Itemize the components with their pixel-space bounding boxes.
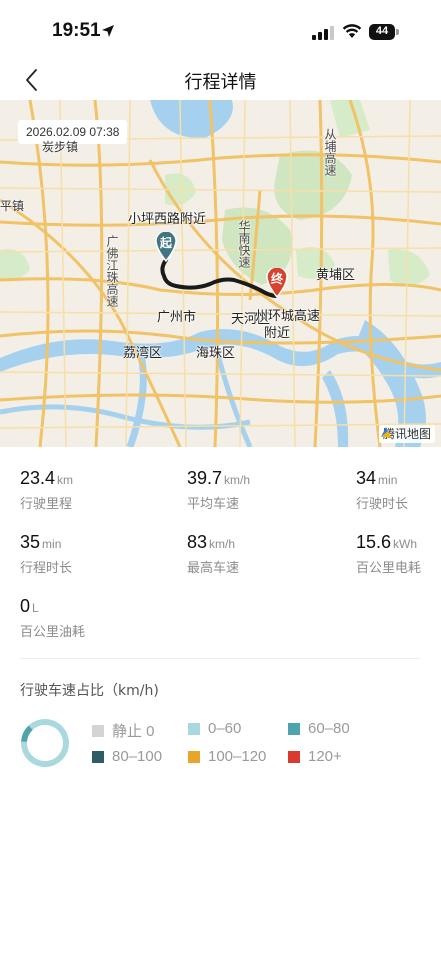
stat-value: 23.4	[20, 468, 56, 488]
map-label-foshan-expy: 广佛江珠高速	[105, 235, 119, 307]
battery-percent: 44	[375, 25, 389, 37]
stat-value: 39.7	[187, 468, 223, 488]
map-label-conghua-expy: 从埔高速	[323, 128, 337, 176]
stat-unit: kWh	[393, 537, 418, 551]
speed-share-donut	[21, 719, 69, 767]
stat-value: 34	[356, 468, 377, 488]
end-pin[interactable]: 终	[266, 268, 288, 298]
legend-swatch	[188, 750, 200, 763]
stat-value: 35	[20, 532, 41, 552]
status-bar: 19:51 44	[0, 0, 441, 60]
end-pin-label: 终	[270, 272, 283, 286]
legend-label: 静止 0	[112, 723, 155, 740]
map-label-huanan: 华南快速	[237, 220, 251, 268]
section-divider	[20, 658, 420, 659]
stat-fuel-per-100km: 0L 百公里油耗	[20, 596, 170, 640]
stat-value: 15.6	[356, 532, 392, 552]
legend-swatch	[92, 750, 104, 763]
legend-label: 80–100	[112, 748, 163, 765]
stat-energy-per-100km: 15.6 kWh 百公里电耗	[356, 532, 440, 576]
stat-label: 行驶时长	[356, 497, 409, 512]
legend-label: 0–60	[208, 720, 242, 737]
stat-trip-time: 35 min 行程时长	[20, 532, 170, 576]
stat-label: 行驶里程	[20, 497, 73, 512]
legend-item-100-120: 100–120	[188, 748, 266, 765]
legend-swatch	[288, 750, 300, 763]
stat-unit: km/h	[224, 473, 251, 487]
stat-unit: km	[57, 473, 74, 487]
map-label-pingzhen: 平镇	[0, 199, 25, 213]
trip-map[interactable]: 2026.02.09 07:38 炭步镇 平镇 小坪西路附近 华南快速 广佛江珠…	[0, 100, 441, 447]
map-label-tanbu: 炭步镇	[42, 140, 79, 154]
start-pin[interactable]: 起	[155, 232, 177, 262]
location-arrow-icon	[102, 25, 114, 37]
start-pin-label: 起	[159, 236, 172, 250]
stat-unit: L	[32, 601, 39, 615]
legend-swatch	[288, 722, 300, 735]
stat-label: 百公里电耗	[356, 561, 422, 576]
stat-label: 行程时长	[20, 561, 73, 576]
status-time: 19:51	[52, 20, 101, 41]
page-title: 行程详情	[184, 72, 257, 93]
map-label-haizhu: 海珠区	[196, 346, 236, 361]
tencent-map-logo-icon	[380, 427, 391, 437]
wifi-icon	[342, 24, 362, 38]
legend-swatch	[92, 724, 104, 737]
legend-item-0-60: 0–60	[188, 720, 241, 737]
stat-distance: 23.4 km 行驶里程	[20, 468, 170, 512]
legend-label: 120+	[308, 748, 342, 765]
stat-unit: km/h	[209, 537, 236, 551]
stat-avg-speed: 39.7 km/h 平均车速	[187, 468, 337, 512]
stat-value: 0	[20, 596, 31, 616]
legend-swatch	[188, 722, 200, 735]
stat-label: 平均车速	[187, 497, 240, 512]
map-label-end-place-2: 附近	[264, 326, 291, 341]
stat-unit: min	[378, 473, 398, 487]
map-attribution: 腾讯地图	[378, 425, 435, 443]
map-label-huangpu: 黄埔区	[316, 268, 356, 283]
stat-label: 最高车速	[187, 561, 240, 576]
legend-item-120-plus: 120+	[288, 748, 342, 765]
signal-icon	[312, 26, 334, 40]
legend-item-80-100: 80–100	[92, 748, 162, 765]
legend-label: 60–80	[308, 720, 350, 737]
stat-label: 百公里油耗	[20, 625, 86, 640]
stat-driving-time: 34 min 行驶时长	[356, 468, 436, 512]
stat-max-speed: 83 km/h 最高车速	[187, 532, 337, 576]
speed-share-title: 行驶车速占比（km/h)	[20, 683, 159, 699]
donut-segment-60–80	[21, 725, 33, 743]
legend-label: 100–120	[208, 748, 267, 765]
map-label-liwan: 荔湾区	[123, 346, 163, 361]
nav-bar: 行程详情	[0, 60, 441, 100]
legend-item-60-80: 60–80	[288, 720, 350, 737]
map-label-guangzhou: 广州市	[157, 310, 197, 325]
stat-value: 83	[187, 532, 208, 552]
stat-unit: min	[42, 537, 62, 551]
legend-item-stationary: 静止 0	[92, 720, 155, 741]
map-label-start-place: 小坪西路附近	[128, 212, 207, 227]
battery-icon: 44	[369, 24, 399, 40]
